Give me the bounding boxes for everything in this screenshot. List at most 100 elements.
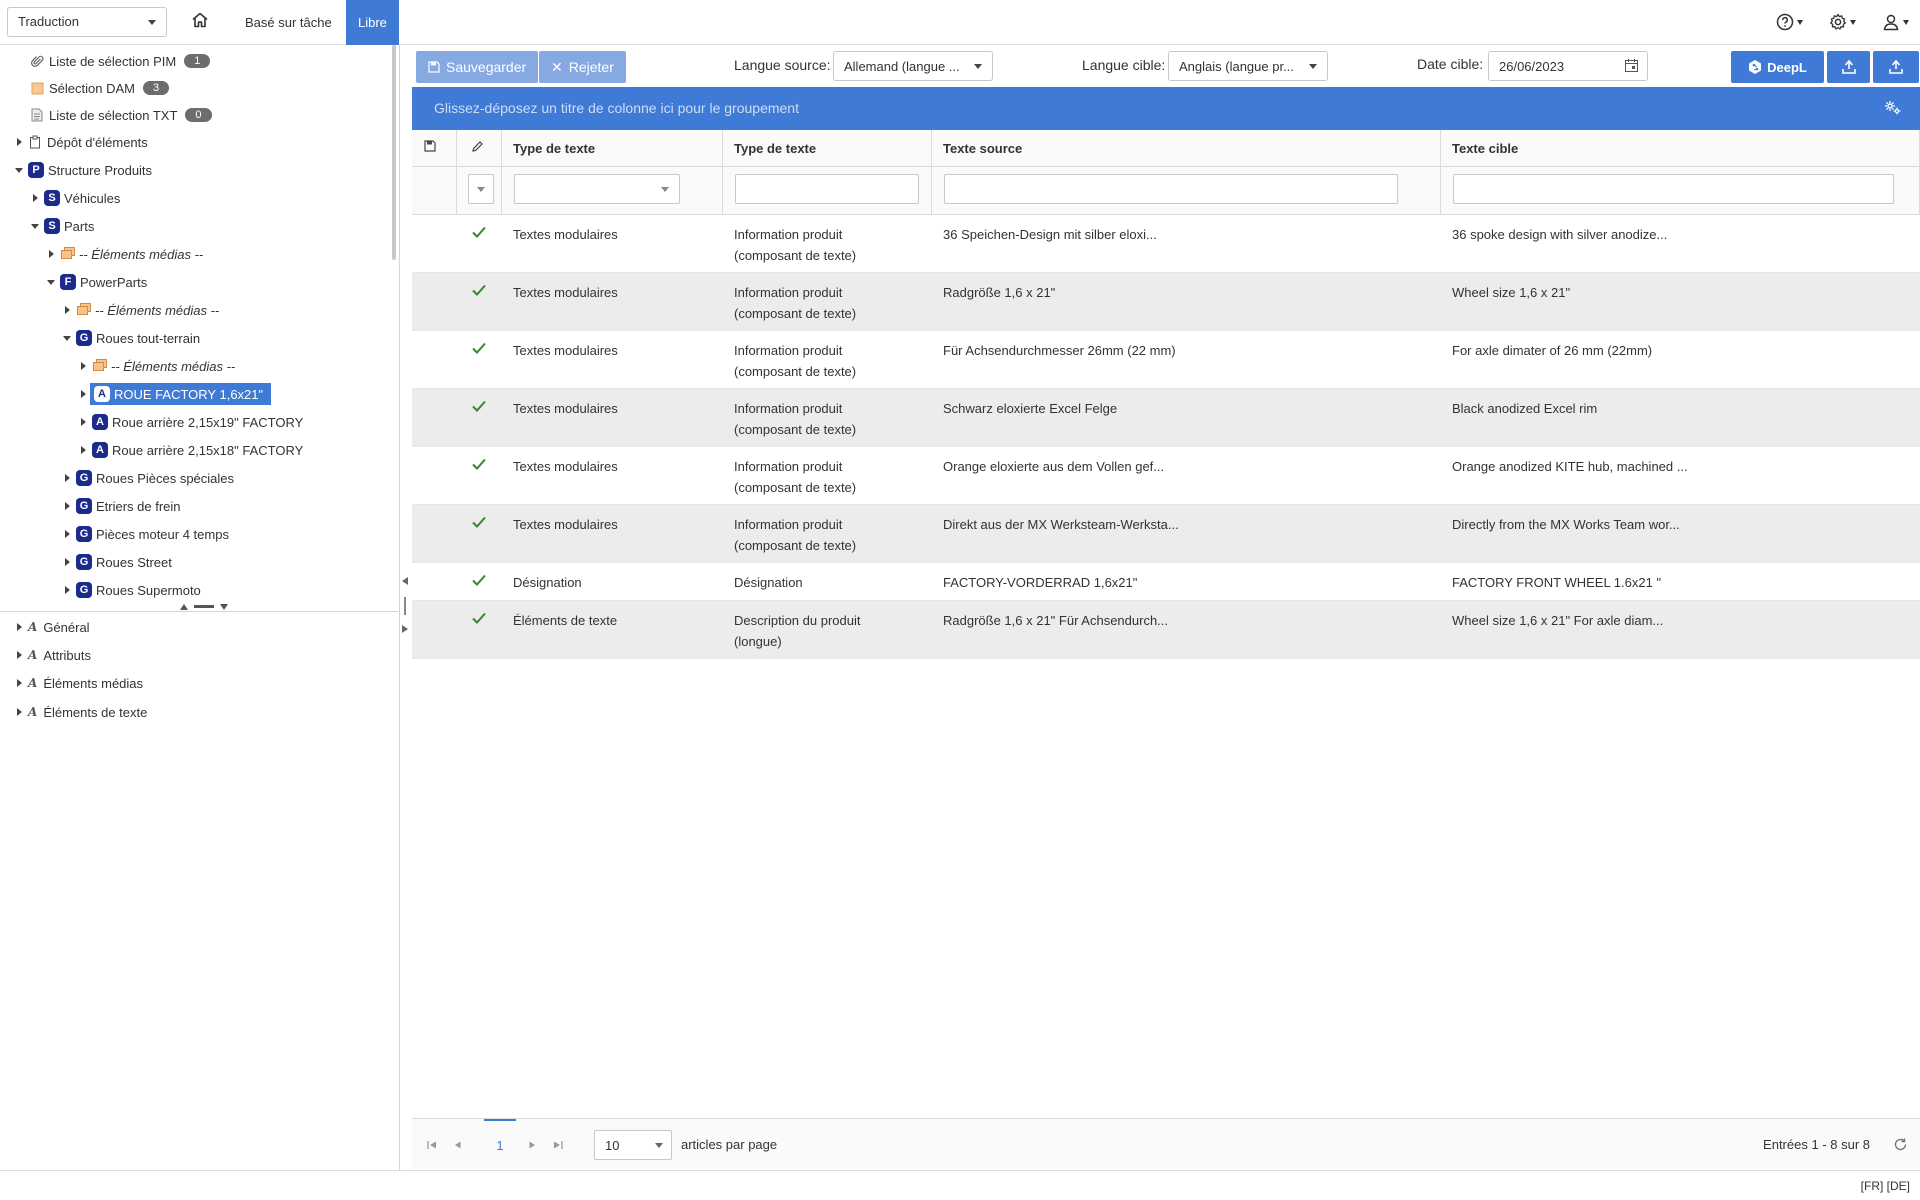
panel-collapse-handle[interactable] xyxy=(400,45,412,1170)
refresh-icon[interactable] xyxy=(1893,1137,1908,1152)
tree-node-media-elements[interactable]: -- Éléments médias -- xyxy=(44,242,203,266)
table-row[interactable]: Textes modulaires Information produit (co… xyxy=(412,505,1920,563)
tree-node-supermoto-wheels[interactable]: G Roues Supermoto xyxy=(60,578,201,602)
expand-arrow-icon[interactable] xyxy=(60,471,74,485)
expand-arrow-icon[interactable] xyxy=(60,555,74,569)
tree-node-txt-selection[interactable]: Liste de sélection TXT 0 xyxy=(14,103,212,127)
expand-arrow-icon[interactable] xyxy=(12,676,26,690)
check-icon[interactable] xyxy=(471,340,487,356)
status-filter-dropdown[interactable] xyxy=(468,174,494,204)
tree-node-vehicles[interactable]: S Véhicules xyxy=(28,186,120,210)
home-icon[interactable] xyxy=(190,10,216,36)
expand-arrow-icon[interactable] xyxy=(60,583,74,597)
first-page-icon[interactable] xyxy=(426,1139,438,1151)
expand-arrow-icon[interactable] xyxy=(12,620,26,634)
table-row[interactable]: Textes modulaires Information produit (co… xyxy=(412,331,1920,389)
settings-menu[interactable] xyxy=(1829,12,1856,32)
module-select[interactable]: Traduction xyxy=(7,7,167,37)
tree-node-offroad-wheels[interactable]: G Roues tout-terrain xyxy=(60,326,200,350)
expand-arrow-icon[interactable] xyxy=(12,135,26,149)
help-menu[interactable] xyxy=(1776,12,1803,32)
source-text-cell[interactable]: Direkt aus der MX Werksteam-Werksta... xyxy=(932,505,1441,544)
source-text-filter-input[interactable] xyxy=(944,174,1398,204)
drag-handle[interactable] xyxy=(404,597,406,615)
expand-arrow-icon[interactable] xyxy=(76,443,90,457)
tree-node-factory-wheel-selected[interactable]: A ROUE FACTORY 1,6x21" xyxy=(76,382,272,406)
source-text-cell[interactable]: 36 Speichen-Design mit silber eloxi... xyxy=(932,215,1441,254)
splitter-controls[interactable] xyxy=(180,604,228,610)
source-text-cell[interactable]: Für Achsendurchmesser 26mm (22 mm) xyxy=(932,331,1441,370)
tree-node-special-parts-wheels[interactable]: G Roues Pièces spéciales xyxy=(60,466,234,490)
expand-arrow-icon[interactable] xyxy=(76,359,90,373)
expand-arrow-icon[interactable] xyxy=(60,499,74,513)
source-language-select[interactable]: Allemand (langue ... xyxy=(833,51,993,81)
target-text-cell[interactable]: Orange anodized KITE hub, machined ... xyxy=(1441,447,1920,486)
tree-node-street-wheels[interactable]: G Roues Street xyxy=(60,550,172,574)
check-icon[interactable] xyxy=(471,610,487,626)
source-text-cell[interactable]: Radgröße 1,6 x 21" Für Achsendurch... xyxy=(932,601,1441,640)
table-row[interactable]: Textes modulaires Information produit (co… xyxy=(412,447,1920,505)
tree-node-product-structure[interactable]: P Structure Produits xyxy=(12,158,152,182)
page-size-select[interactable]: 10 xyxy=(594,1130,672,1160)
header-edit-col[interactable] xyxy=(457,130,502,167)
expand-arrow-icon[interactable] xyxy=(60,527,74,541)
check-icon[interactable] xyxy=(471,282,487,298)
source-text-cell[interactable]: FACTORY-VORDERRAD 1,6x21" xyxy=(932,563,1441,602)
tree-node-media-elements[interactable]: -- Éléments médias -- xyxy=(60,298,219,322)
expand-arrow-icon[interactable] xyxy=(60,303,74,317)
last-page-icon[interactable] xyxy=(552,1139,564,1151)
save-button[interactable]: Sauvegarder xyxy=(416,51,539,83)
table-row[interactable]: Textes modulaires Information produit (co… xyxy=(412,389,1920,447)
panel-splitter[interactable] xyxy=(0,602,398,612)
table-row[interactable]: Textes modulaires Information produit (co… xyxy=(412,215,1920,273)
target-text-cell[interactable]: Wheel size 1,6 x 21" xyxy=(1441,273,1920,312)
attr-node-text-elements[interactable]: A Éléments de texte xyxy=(12,700,147,724)
splitter-handle-icon[interactable] xyxy=(194,605,214,609)
header-save-col[interactable] xyxy=(412,130,457,167)
tree-node-powerparts[interactable]: F PowerParts xyxy=(44,270,147,294)
tab-free[interactable]: Libre xyxy=(346,0,399,45)
target-text-cell[interactable]: 36 spoke design with silver anodize... xyxy=(1441,215,1920,254)
column-settings-icon[interactable] xyxy=(1884,100,1902,116)
expand-arrow-icon[interactable] xyxy=(76,415,90,429)
tree-scrollbar[interactable] xyxy=(392,45,396,260)
tab-task-based[interactable]: Basé sur tâche xyxy=(233,0,344,45)
current-page[interactable]: 1 xyxy=(484,1119,516,1171)
export-button[interactable] xyxy=(1827,51,1870,83)
tree-node-element-depot[interactable]: Dépôt d'éléments xyxy=(12,130,148,154)
check-icon[interactable] xyxy=(471,456,487,472)
target-date-picker[interactable]: 26/06/2023 xyxy=(1488,51,1648,81)
next-page-icon[interactable] xyxy=(526,1139,538,1151)
check-icon[interactable] xyxy=(471,398,487,414)
tree-node-4-stroke-engine-parts[interactable]: G Pièces moteur 4 temps xyxy=(60,522,229,546)
source-text-cell[interactable]: Radgröße 1,6 x 21" xyxy=(932,273,1441,312)
collapse-arrow-icon[interactable] xyxy=(28,219,42,233)
table-row[interactable]: Éléments de texte Description du produit … xyxy=(412,601,1920,659)
target-text-cell[interactable]: Wheel size 1,6 x 21" For axle diam... xyxy=(1441,601,1920,640)
text-type-filter-dropdown[interactable] xyxy=(514,174,680,204)
expand-arrow-icon[interactable] xyxy=(12,705,26,719)
header-source-text[interactable]: Texte source xyxy=(932,130,1441,167)
expand-arrow-icon[interactable] xyxy=(76,387,90,401)
grouping-drop-zone[interactable]: Glissez-déposez un titre de colonne ici … xyxy=(412,87,1920,130)
source-text-cell[interactable]: Orange eloxierte aus dem Vollen gef... xyxy=(932,447,1441,486)
expand-right-icon[interactable] xyxy=(402,625,408,633)
arrow-up-icon[interactable] xyxy=(180,604,188,610)
target-text-cell[interactable]: For axle dimater of 26 mm (22mm) xyxy=(1441,331,1920,370)
expand-arrow-icon[interactable] xyxy=(12,648,26,662)
table-row[interactable]: Désignation Désignation FACTORY-VORDERRAD … xyxy=(412,563,1920,601)
reject-button[interactable]: ✕ Rejeter xyxy=(539,51,626,83)
target-text-filter-input[interactable] xyxy=(1453,174,1894,204)
check-icon[interactable] xyxy=(471,514,487,530)
deepl-button[interactable]: DeepL xyxy=(1731,51,1824,83)
target-text-cell[interactable]: Black anodized Excel rim xyxy=(1441,389,1920,428)
header-target-text[interactable]: Texte cible xyxy=(1441,130,1920,167)
target-language-select[interactable]: Anglais (langue pr... xyxy=(1168,51,1328,81)
text-type-2-filter-input[interactable] xyxy=(735,174,919,204)
collapse-arrow-icon[interactable] xyxy=(12,163,26,177)
user-menu[interactable] xyxy=(1882,12,1909,32)
header-text-type-1[interactable]: Type de texte xyxy=(502,130,723,167)
tree-node-brake-calipers[interactable]: G Etriers de frein xyxy=(60,494,181,518)
tree-node-rear-wheel-18[interactable]: A Roue arrière 2,15x18" FACTORY xyxy=(76,438,303,462)
attr-node-general[interactable]: A Général xyxy=(12,615,90,639)
